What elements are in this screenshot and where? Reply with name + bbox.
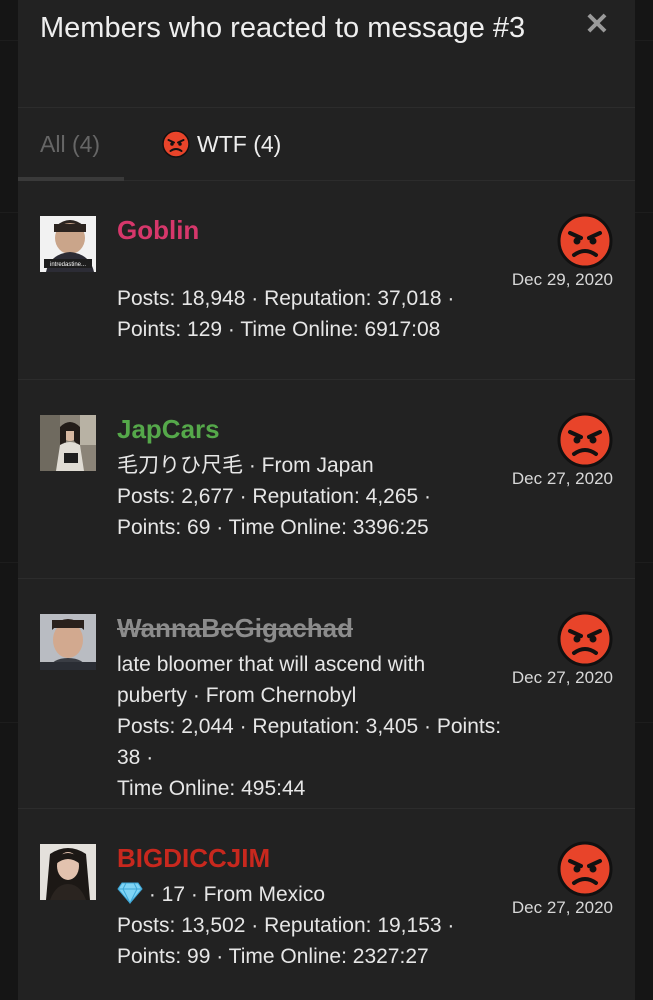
diamond-icon — [117, 882, 143, 905]
member-subtitle: puberty · From Chernobyl — [117, 684, 357, 707]
angry-face-icon — [557, 841, 613, 897]
reactions-modal: Members who reacted to message #3 ✕ All … — [18, 0, 635, 1000]
member-subtitle: late bloomer that will ascend with — [117, 653, 426, 676]
angry-face-icon — [557, 412, 613, 468]
angry-face-icon — [557, 611, 613, 667]
reaction-date: Dec 29, 2020 — [511, 270, 613, 289]
modal-header: Members who reacted to message #3 ✕ — [18, 0, 635, 108]
modal-title: Members who reacted to message #3 — [40, 12, 526, 44]
tab-wtf-label: WTF (4) — [197, 130, 282, 157]
avatar[interactable] — [40, 614, 96, 670]
stats-line: Points: 69 · Time Online: 3396:25 — [117, 516, 429, 539]
member-name[interactable]: JapCars — [117, 412, 220, 446]
stats-line: Posts: 2,044 · Reputation: 3,405 · Point… — [117, 715, 502, 769]
member-subtitle: · 17 · From Mexico — [143, 883, 326, 906]
avatar[interactable]: intredastine... — [40, 216, 96, 272]
tab-all[interactable]: All (4) — [40, 108, 124, 180]
member-subtitle: 毛刀りひ尺毛 · From Japan — [117, 454, 374, 477]
stats-line: Points: 129 · Time Online: 6917:08 — [117, 318, 441, 341]
stats-line: Posts: 18,948 · Reputation: 37,018 · — [117, 287, 455, 310]
reaction-date: Dec 27, 2020 — [511, 469, 613, 488]
member-row: WannaBeGigachad late bloomer that will a… — [18, 579, 635, 809]
member-subtitle-row: · 17 · From Mexico — [117, 879, 497, 910]
stats-line: Points: 99 · Time Online: 2327:27 — [117, 945, 429, 968]
tab-wtf[interactable]: WTF (4) — [162, 108, 281, 180]
avatar-caption: intredastine... — [50, 262, 86, 268]
member-name[interactable]: Goblin — [117, 213, 199, 247]
member-info: late bloomer that will ascend with puber… — [117, 649, 512, 804]
member-stats: Posts: 18,948 · Reputation: 37,018 · Poi… — [117, 283, 497, 345]
avatar[interactable] — [40, 844, 96, 900]
reaction-date: Dec 27, 2020 — [511, 668, 613, 687]
tab-all-label: All (4) — [40, 130, 101, 157]
member-info: · 17 · From Mexico Posts: 13,502 · Reput… — [117, 879, 497, 972]
reaction-date: Dec 27, 2020 — [511, 898, 613, 917]
angry-face-icon — [162, 130, 190, 158]
stats-line: Posts: 13,502 · Reputation: 19,153 · — [117, 914, 455, 937]
member-row: intredastine... Goblin Posts: 18,948 · R… — [18, 181, 635, 380]
stats-line: Posts: 2,677 · Reputation: 4,265 · — [117, 485, 432, 508]
member-row: JapCars 毛刀りひ尺毛 · From Japan Posts: 2,677… — [18, 380, 635, 579]
close-icon[interactable]: ✕ — [577, 8, 617, 42]
member-name[interactable]: WannaBeGigachad — [117, 611, 353, 645]
stats-line: Time Online: 495:44 — [117, 777, 306, 800]
reaction-tabs: All (4) WTF (4) — [18, 108, 635, 181]
avatar[interactable] — [40, 415, 96, 471]
angry-face-icon — [557, 213, 613, 269]
member-info: 毛刀りひ尺毛 · From Japan Posts: 2,677 · Reput… — [117, 450, 497, 543]
member-row: BIGDICCJIM · 17 · From Mexico Posts: 13,… — [18, 809, 635, 1000]
member-name[interactable]: BIGDICCJIM — [117, 841, 270, 875]
